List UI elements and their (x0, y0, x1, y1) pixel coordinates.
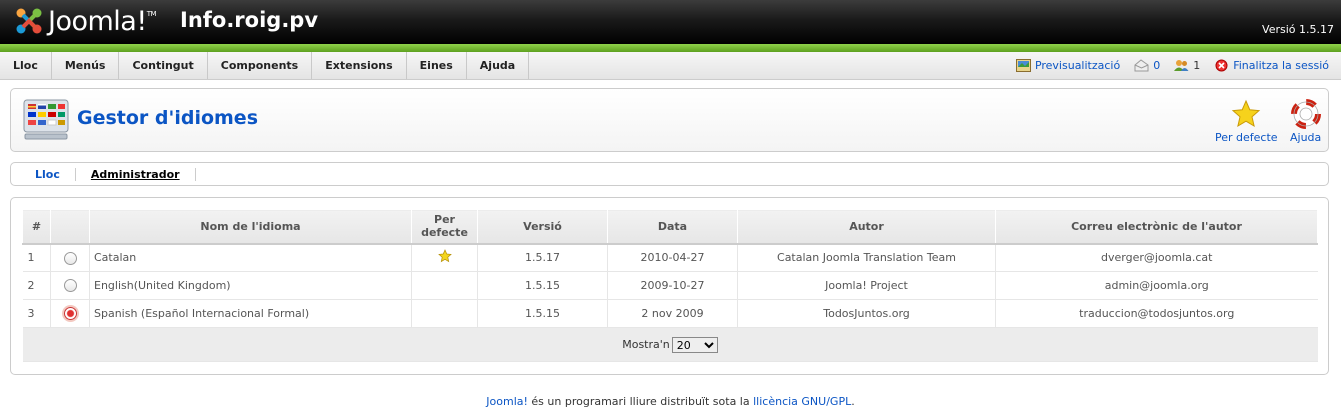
messages-status[interactable]: 0 (1134, 59, 1160, 72)
language-date: 2010-04-27 (607, 243, 738, 272)
joomla-logo: Joomla!TM (12, 3, 157, 39)
default-cell (411, 243, 478, 272)
table-row: 2 English(United Kingdom) 1.5.15 2009-10… (22, 271, 1318, 300)
default-button-label[interactable]: Per defecte (1215, 131, 1278, 144)
row-radio[interactable] (63, 279, 77, 293)
header-num: # (22, 209, 51, 245)
language-name: Catalan (89, 243, 412, 272)
languages-table: # Nom de l'idioma Per defecte Versió Dat… (22, 209, 1318, 362)
header-version: Versió (477, 209, 608, 245)
language-author: TodosJuntos.org (737, 299, 996, 328)
lifebuoy-icon (1290, 99, 1321, 129)
row-number: 2 (22, 271, 51, 300)
messages-count[interactable]: 0 (1153, 59, 1160, 72)
footer-end: . (851, 395, 855, 408)
menu-item-extensions[interactable]: Extensions (312, 52, 407, 79)
header-author: Autor (737, 209, 996, 245)
default-cell (411, 271, 478, 300)
language-manager-icon (23, 99, 69, 140)
pagination-cell: Mostra'n 20 (22, 327, 1318, 362)
language-name: Spanish (Español Internacional Formal) (89, 299, 412, 328)
joomla-logo-icon (16, 8, 42, 34)
header-name[interactable]: Nom de l'idioma (89, 209, 412, 245)
language-author: Catalan Joomla Translation Team (737, 243, 996, 272)
header-select (50, 209, 90, 245)
footer-text: és un programari lliure distribuït sota … (527, 395, 754, 408)
language-version: 1.5.15 (477, 299, 608, 328)
logo-wordmark: Joomla!TM (48, 5, 157, 37)
submenu: Lloc Administrador (10, 162, 1329, 186)
list-limit-label: Mostra'n (622, 338, 670, 351)
joomla-link[interactable]: Joomla! (486, 395, 528, 408)
row-number: 1 (22, 243, 51, 272)
row-select-cell (50, 299, 90, 328)
header-date: Data (607, 209, 738, 245)
language-date: 2009-10-27 (607, 271, 738, 300)
language-version: 1.5.17 (477, 243, 608, 272)
element-box: # Nom de l'idioma Per defecte Versió Dat… (10, 197, 1329, 375)
language-date: 2 nov 2009 (607, 299, 738, 328)
header-email: Correu electrònic de l'autor (995, 209, 1318, 245)
site-name: Info.roig.pv (180, 8, 319, 32)
messages-icon (1134, 59, 1149, 72)
menu-bar: Lloc Menús Contingut Components Extensio… (0, 52, 1341, 80)
table-header-row: # Nom de l'idioma Per defecte Versió Dat… (22, 209, 1318, 245)
row-radio-checked[interactable] (63, 307, 77, 321)
star-icon (1232, 99, 1261, 128)
users-status: 1 (1174, 59, 1200, 72)
users-count: 1 (1193, 59, 1201, 72)
header-accent-bar (0, 44, 1341, 52)
table-row: 3 Spanish (Español Internacional Formal)… (22, 299, 1318, 328)
language-author: Joomla! Project (737, 271, 996, 300)
menu-item-lloc[interactable]: Lloc (0, 52, 52, 79)
logout-icon (1215, 59, 1228, 72)
language-version: 1.5.15 (477, 271, 608, 300)
language-name: English(United Kingdom) (89, 271, 412, 300)
logout-label[interactable]: Finalitza la sessió (1233, 59, 1329, 72)
header-default: Per defecte (411, 209, 478, 245)
footer: Joomla! és un programari lliure distribu… (0, 395, 1341, 408)
menu-item-ajuda[interactable]: Ajuda (467, 52, 530, 79)
help-button-label[interactable]: Ajuda (1290, 131, 1321, 144)
list-limit: Mostra'n 20 (622, 336, 718, 353)
logout-link[interactable]: Finalitza la sessió (1214, 59, 1329, 72)
row-select-cell (50, 271, 90, 300)
submenu-lloc[interactable]: Lloc (23, 167, 76, 181)
menu-item-contingut[interactable]: Contingut (119, 52, 208, 79)
preview-link[interactable]: Previsualització (1015, 59, 1120, 72)
author-email: admin@joomla.org (995, 271, 1318, 300)
admin-header: Joomla!TM Info.roig.pv Versió 1.5.17 (0, 0, 1341, 44)
toolbar-box: Gestor d'idiomes Per defecte Ajuda (10, 88, 1329, 152)
table-footer-row: Mostra'n 20 (22, 327, 1318, 362)
row-radio[interactable] (63, 251, 77, 265)
default-button[interactable]: Per defecte (1215, 99, 1278, 144)
main-menu: Lloc Menús Contingut Components Extensio… (0, 52, 530, 79)
default-star-icon (437, 249, 452, 263)
preview-label[interactable]: Previsualització (1035, 59, 1120, 72)
table-row: 1 Catalan 1.5.17 2010-04-27 Catalan Joom… (22, 243, 1318, 272)
menu-item-eines[interactable]: Eines (407, 52, 467, 79)
row-number: 3 (22, 299, 51, 328)
preview-icon (1015, 59, 1031, 72)
menu-item-components[interactable]: Components (208, 52, 313, 79)
page-title: Gestor d'idiomes (77, 107, 259, 129)
author-email: traduccion@todosjuntos.org (995, 299, 1318, 328)
menu-item-menus[interactable]: Menús (52, 52, 120, 79)
default-cell (411, 299, 478, 328)
status-area: Previsualització 0 1 Finalitza la sessió (1006, 52, 1329, 79)
license-link[interactable]: llicència GNU/GPL (753, 395, 851, 408)
author-email: dverger@joomla.cat (995, 243, 1318, 272)
list-limit-select[interactable]: 20 (671, 336, 718, 353)
users-icon (1174, 60, 1189, 71)
row-select-cell (50, 243, 90, 272)
version-label: Versió 1.5.17 (1262, 23, 1334, 36)
submenu-administrador[interactable]: Administrador (76, 167, 196, 181)
help-button[interactable]: Ajuda (1290, 99, 1321, 144)
